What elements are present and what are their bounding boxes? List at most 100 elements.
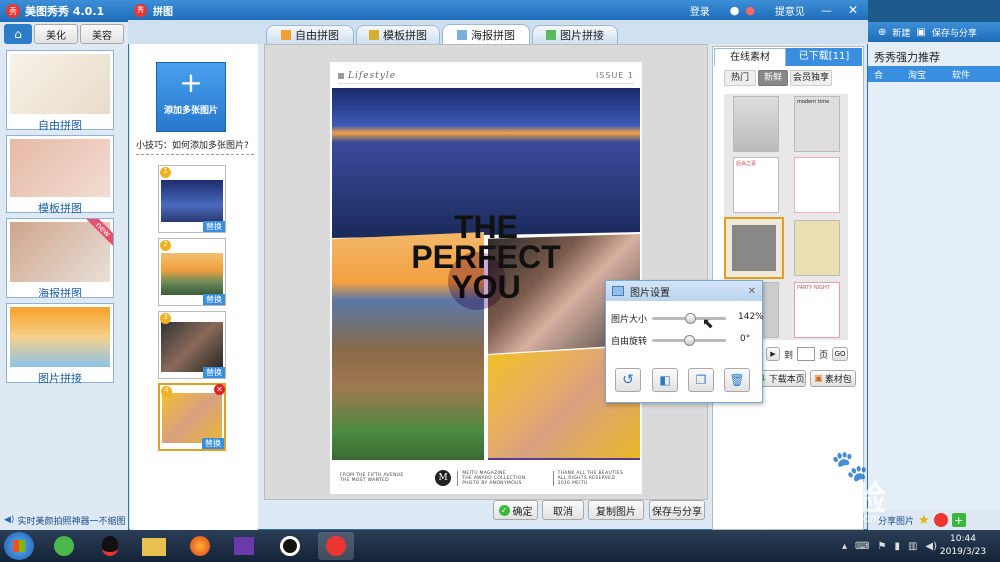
size-slider-thumb[interactable] (684, 313, 696, 324)
taskbar-app-video[interactable] (226, 532, 262, 560)
meitu-app-icon (326, 536, 346, 556)
taskbar-app-refresh[interactable] (46, 532, 82, 560)
tab-beauty[interactable]: 美容 (80, 24, 124, 44)
login-link[interactable]: 登录 (690, 3, 710, 18)
settings-close-icon[interactable]: ✕ (748, 286, 756, 297)
confirm-button[interactable]: ✓ 确定 (493, 500, 538, 520)
replace-button[interactable]: 替换 (203, 221, 225, 232)
next-page-button[interactable]: ▶ (766, 347, 780, 361)
feedback-link[interactable]: 提意见 (775, 3, 805, 18)
thumb-number: 1 (160, 167, 171, 178)
rotate-button[interactable]: ↺ (615, 368, 641, 392)
collage-tab-icon (281, 30, 291, 40)
flag-icon[interactable]: ⚑ (877, 541, 886, 552)
photo-thumb-selected[interactable]: 4 ✕ 替换 (158, 383, 226, 451)
stitch-tab-icon (546, 30, 556, 40)
keyboard-icon[interactable]: ⌨ (855, 541, 869, 552)
home-tab[interactable]: ⌂ (4, 24, 32, 44)
footer-mid: MEITU MAGAZINE THE AWARD COLLECTION PHOT… (457, 470, 546, 486)
filter-new[interactable]: 新鲜 (758, 70, 788, 86)
add-multiple-images-button[interactable]: + 添加多张图片 (156, 62, 226, 132)
save-share-button[interactable]: 保存与分享 (932, 26, 977, 39)
start-button[interactable] (4, 532, 34, 560)
material-package-button[interactable]: ▣ 素材包 (810, 370, 856, 387)
firefox-icon (190, 536, 210, 556)
rotate-label: 自由旋转 (611, 337, 648, 347)
cancel-button[interactable]: 取消 (542, 500, 584, 520)
nav-item-taobao[interactable]: 淘宝 (908, 68, 952, 81)
network-icon[interactable]: ▥ (908, 541, 917, 552)
delete-button[interactable]: 🗑 (724, 368, 750, 392)
weibo-small-icon[interactable]: ● (745, 4, 755, 17)
clock[interactable]: 10:44 2019/3/23 (930, 533, 996, 561)
page-input[interactable] (797, 347, 816, 361)
left-item-poster-collage[interactable]: 海报拼图 new (6, 218, 114, 298)
poster-tab-icon (457, 30, 467, 40)
footer-line: 2010 MEITU (557, 480, 588, 486)
left-item-free-collage[interactable]: 自由拼图 (6, 50, 114, 132)
material-cell-selected[interactable] (724, 217, 784, 279)
tab-online-materials[interactable]: 在线素材 (714, 48, 786, 66)
material-cell[interactable]: PARTY NIGHT (794, 282, 840, 338)
grid-tab-icon (369, 30, 379, 40)
material-cell[interactable]: modern time (794, 96, 840, 152)
left-item-preview (10, 139, 110, 197)
recommend-title: 秀秀强力推荐 (874, 51, 940, 64)
copy-image-button[interactable]: 复制图片 (588, 500, 644, 520)
taskbar-app-meitu[interactable] (318, 532, 354, 560)
photo-thumb[interactable]: 1 替换 (158, 165, 226, 233)
rotate-slider[interactable] (652, 335, 726, 346)
taskbar-app-recorder[interactable] (272, 532, 308, 560)
filter-vip[interactable]: 会员独享 (790, 70, 832, 86)
status-text[interactable]: 实时美颜拍照神器一不缩图 (17, 514, 125, 527)
cell-text: 后会之喜 (736, 161, 757, 167)
flip-button[interactable]: ◧ (652, 368, 678, 392)
tab-downloaded[interactable]: 已下载[11] (786, 48, 862, 66)
tab-beautify[interactable]: 美化 (34, 24, 78, 44)
dialog-titlebar: 秀 拼图 登录 ● ● 提意见 — ✕ (128, 0, 868, 20)
rotate-slider-thumb[interactable] (683, 335, 695, 346)
battery-icon[interactable]: ▮ (894, 541, 900, 552)
material-cell[interactable]: 后会之喜 (733, 157, 779, 213)
tip-link[interactable]: 小技巧：如何添加多张图片? (136, 138, 254, 155)
tab-template-collage[interactable]: 模板拼图 (356, 25, 440, 44)
nav-item-software[interactable]: 软件 (952, 68, 992, 81)
qq-icon[interactable]: ● (730, 4, 740, 17)
taskbar-app-firefox[interactable] (182, 532, 218, 560)
filter-hot[interactable]: 热门 (724, 70, 756, 86)
remove-thumb-icon[interactable]: ✕ (214, 384, 225, 395)
thumb-image (161, 322, 223, 372)
new-button[interactable]: 新建 (892, 26, 910, 39)
taskbar-app-explorer[interactable] (136, 532, 172, 560)
photo-thumb[interactable]: 2 替换 (158, 238, 226, 306)
tab-free-collage[interactable]: 自由拼图 (266, 25, 354, 44)
left-item-template-collage[interactable]: 模板拼图 (6, 135, 114, 215)
speaker-icon: ◀) (4, 515, 15, 525)
layer-button[interactable]: ❐ (688, 368, 714, 392)
taskbar-app-qq[interactable] (92, 532, 128, 560)
poster-header: Lifestyle ISSUE 1 (338, 68, 634, 84)
photo-thumb[interactable]: 3 替换 (158, 311, 226, 379)
nav-item[interactable]: 合 (868, 68, 908, 81)
replace-button[interactable]: 替换 (202, 438, 224, 449)
material-cell[interactable] (794, 157, 840, 213)
tab-poster-collage[interactable]: 海报拼图 (442, 24, 530, 45)
tray-arrow-icon[interactable]: ▴ (842, 541, 847, 552)
size-slider[interactable] (652, 313, 726, 324)
material-cell[interactable] (794, 220, 840, 276)
left-item-image-stitch[interactable]: 图片拼接 (6, 303, 114, 385)
left-app-tabbar: ⌂ 美化 美容 (4, 24, 124, 44)
minimize-icon[interactable]: — (821, 4, 832, 17)
replace-button[interactable]: 替换 (203, 367, 225, 378)
tab-image-stitch[interactable]: 图片拼接 (532, 25, 618, 44)
close-icon[interactable]: ✕ (848, 3, 858, 17)
material-cell[interactable] (733, 96, 779, 152)
save-share-dialog-button[interactable]: 保存与分享 (649, 500, 705, 520)
download-page-button[interactable]: ⬇ 下载本页 (758, 370, 806, 387)
replace-button[interactable]: 替换 (203, 294, 225, 305)
cell-preview (732, 225, 776, 271)
goto-label: 到 (784, 350, 794, 361)
confirm-label: 确定 (512, 506, 533, 518)
go-button[interactable]: GO (832, 347, 849, 361)
cursor-icon: ⬉ (702, 316, 714, 332)
